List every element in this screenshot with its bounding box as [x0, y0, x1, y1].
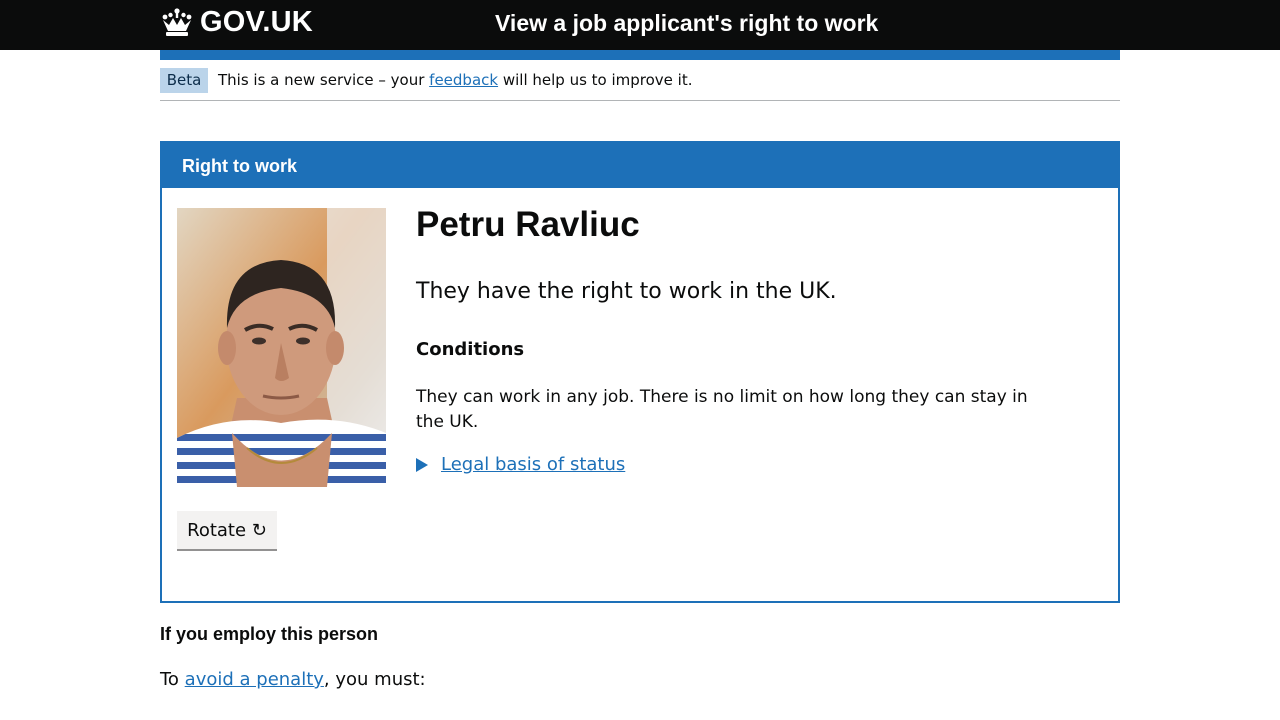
expand-triangle-icon	[416, 457, 428, 472]
phase-text-after: will help us to improve it.	[498, 71, 693, 89]
phase-text-before: This is a new service – your	[218, 71, 430, 89]
conditions-text: They can work in any job. There is no li…	[416, 387, 1028, 432]
phase-banner-text: This is a new service – your feedback wi…	[218, 71, 693, 89]
applicant-portrait-image	[177, 208, 386, 487]
govuk-logo-link[interactable]: GOV.UK	[160, 6, 313, 39]
feedback-link[interactable]: feedback	[429, 71, 498, 89]
header-container: GOV.UK View a job applicant's right to w…	[160, 0, 1120, 50]
employ-heading: If you employ this person	[160, 624, 379, 644]
penalty-text-after: , you must:	[323, 669, 426, 690]
site-header: GOV.UK View a job applicant's right to w…	[0, 0, 1280, 50]
beta-tag: Beta	[160, 68, 208, 93]
applicant-name: Petru Ravliuc	[416, 205, 640, 244]
logo-text: GOV.UK	[200, 6, 313, 38]
phase-banner: Beta This is a new service – your feedba…	[160, 68, 1120, 101]
rotate-button[interactable]: Rotate ↻	[177, 511, 277, 549]
service-name-link[interactable]: View a job applicant's right to work	[495, 10, 878, 37]
right-to-work-status: They have the right to work in the UK.	[416, 279, 837, 304]
penalty-text: To avoid a penalty, you must:	[160, 669, 426, 690]
conditions-heading: Conditions	[416, 339, 525, 360]
panel-title: Right to work	[162, 143, 1118, 188]
crown-icon	[162, 7, 192, 36]
applicant-photo	[177, 208, 386, 487]
right-to-work-panel: Right to work Rotate ↻ Petru Ravliuc The…	[160, 141, 1120, 603]
avoid-penalty-link[interactable]: avoid a penalty	[185, 669, 324, 690]
header-blue-strip	[160, 50, 1120, 60]
penalty-text-before: To	[160, 669, 185, 690]
legal-basis-details[interactable]: Legal basis of status	[416, 454, 625, 475]
legal-basis-link[interactable]: Legal basis of status	[441, 454, 625, 475]
